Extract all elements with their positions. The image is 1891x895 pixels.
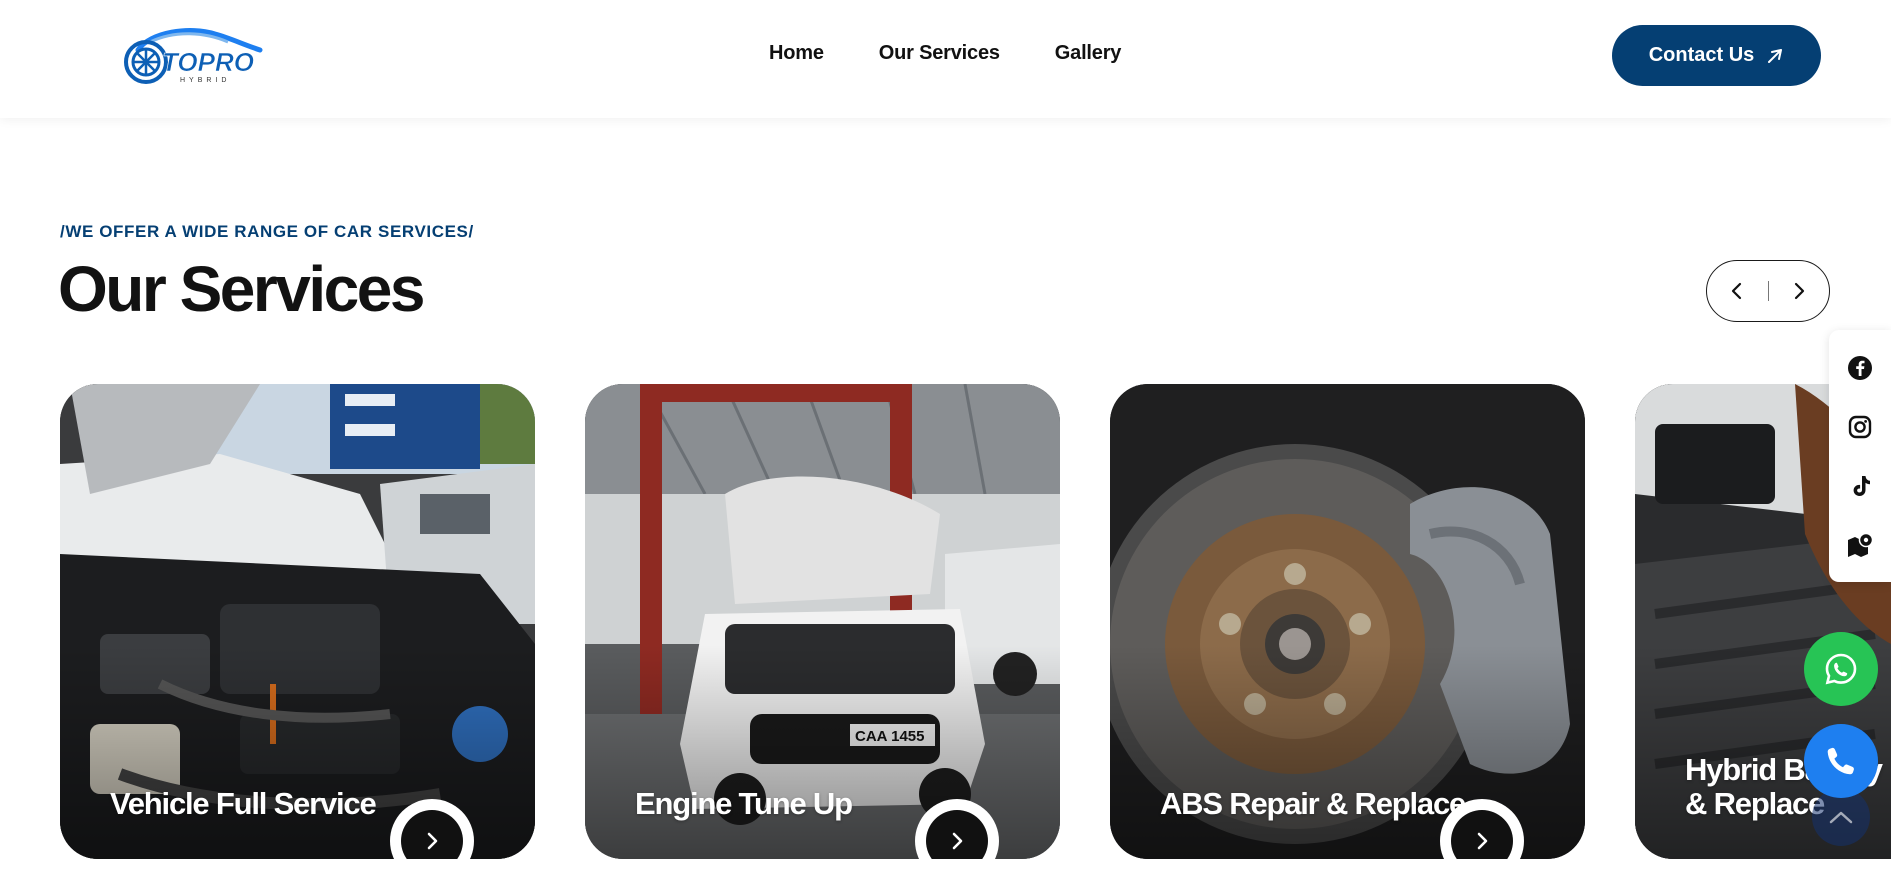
service-card-abs-repair[interactable]: ABS Repair & Replace — [1110, 384, 1585, 859]
facebook-icon[interactable] — [1845, 353, 1875, 383]
nav-home[interactable]: Home — [769, 42, 824, 65]
service-title: ABS Repair & Replace — [1160, 786, 1466, 821]
service-card-vehicle-full-service[interactable]: Vehicle Full Service — [60, 384, 535, 859]
instagram-icon[interactable] — [1845, 412, 1875, 442]
main-nav: Home Our Services Gallery — [769, 42, 1121, 65]
site-logo[interactable]: TOPRO HYBRID — [120, 20, 270, 90]
logo-subtext: HYBRID — [180, 77, 230, 84]
tiktok-icon[interactable] — [1845, 471, 1875, 501]
slider-next-button[interactable] — [1768, 261, 1829, 321]
contact-us-button[interactable]: Contact Us — [1612, 25, 1821, 86]
service-card-engine-tune-up[interactable]: CAA 1455 Engine Tune Up — [585, 384, 1060, 859]
service-arrow-button[interactable] — [926, 810, 988, 859]
section-title: Our Services — [58, 253, 425, 325]
map-icon[interactable] — [1845, 530, 1875, 560]
service-arrow-button[interactable] — [401, 810, 463, 859]
chevron-right-icon — [952, 832, 963, 850]
site-header: TOPRO HYBRID Home Our Services Gallery C… — [0, 0, 1891, 118]
nav-our-services[interactable]: Our Services — [879, 42, 1000, 65]
service-arrow-button[interactable] — [1451, 810, 1513, 859]
slider-nav — [1706, 260, 1830, 322]
chevron-right-icon — [1794, 282, 1804, 300]
paper-plane-icon — [1768, 48, 1783, 63]
slider-prev-button[interactable] — [1707, 261, 1768, 321]
whatsapp-button[interactable] — [1804, 632, 1878, 706]
section-eyebrow: /WE OFFER A WIDE RANGE OF CAR SERVICES/ — [60, 222, 474, 241]
chevron-up-icon — [1829, 811, 1853, 824]
service-title: Vehicle Full Service — [110, 786, 377, 821]
chevron-right-icon — [1477, 832, 1488, 850]
social-links-rail — [1829, 330, 1891, 582]
call-button[interactable] — [1804, 724, 1878, 798]
nav-gallery[interactable]: Gallery — [1055, 42, 1122, 65]
phone-icon — [1827, 747, 1854, 775]
chevron-right-icon — [427, 832, 438, 850]
chevron-left-icon — [1732, 282, 1742, 300]
whatsapp-icon — [1825, 653, 1857, 685]
logo-text: TOPRO — [162, 47, 254, 77]
service-title-line2: & Replace — [1685, 786, 1825, 821]
service-title: Engine Tune Up — [635, 786, 853, 821]
contact-us-label: Contact Us — [1648, 44, 1755, 66]
